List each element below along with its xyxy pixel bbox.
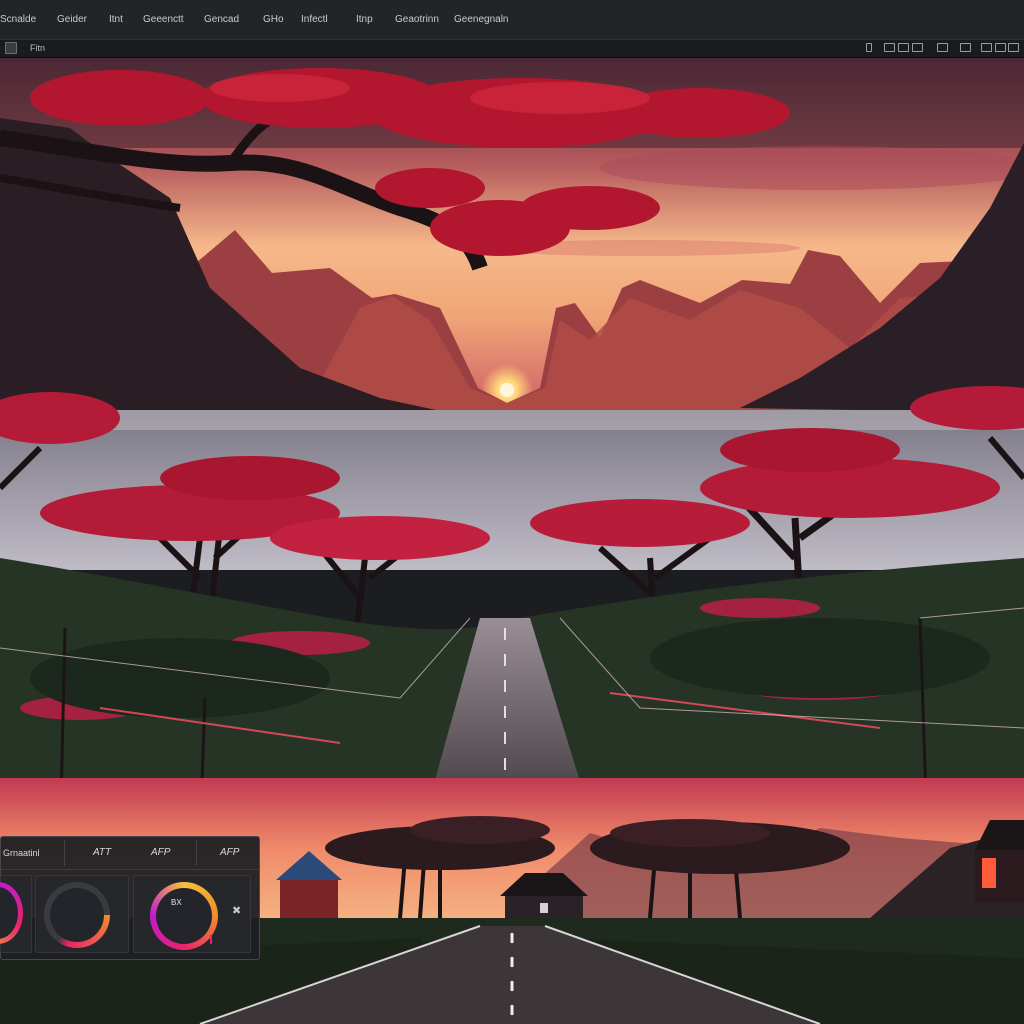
color-wheel-shadows[interactable] bbox=[0, 882, 23, 944]
menu-item-1[interactable]: Scnalde bbox=[0, 14, 36, 26]
menu-item-10[interactable]: Geenegnaln bbox=[454, 14, 509, 26]
color-grading-panel: Grnaatinl ATT AFP AFP bbox=[0, 836, 260, 960]
window-icon[interactable] bbox=[898, 43, 909, 52]
tab-att[interactable]: ATT bbox=[93, 847, 111, 858]
tab-afp-2[interactable]: AFP bbox=[220, 847, 239, 858]
window-icon[interactable] bbox=[937, 43, 948, 52]
wheel-marker[interactable] bbox=[210, 935, 212, 944]
add-point-icon[interactable]: ✖ bbox=[232, 904, 241, 917]
panel-icon[interactable] bbox=[866, 43, 872, 52]
window-icon[interactable] bbox=[960, 43, 971, 52]
image-editor-window: Scnalde Geider Itnt Geeenctt Gencad GHo … bbox=[0, 0, 1024, 1024]
menu-item-4[interactable]: Geeenctt bbox=[143, 14, 184, 26]
window-icon[interactable] bbox=[981, 43, 992, 52]
menu-item-7[interactable]: Infectl bbox=[301, 14, 328, 26]
menu-item-6[interactable]: GHo bbox=[263, 14, 284, 26]
menu-bar: Scnalde Geider Itnt Geeenctt Gencad GHo … bbox=[0, 0, 1024, 40]
color-wheel-highlights[interactable] bbox=[150, 882, 218, 950]
menu-item-5[interactable]: Gencad bbox=[204, 14, 239, 26]
layers-icon[interactable] bbox=[5, 42, 17, 54]
tab-afp-1[interactable]: AFP bbox=[151, 847, 170, 858]
menu-item-3[interactable]: Itnt bbox=[109, 14, 123, 26]
menu-item-8[interactable]: Itnp bbox=[356, 14, 373, 26]
toolbar-label[interactable]: Fitn bbox=[30, 43, 45, 53]
toolbar: Fitn bbox=[0, 40, 1024, 58]
tab-divider bbox=[196, 840, 197, 866]
window-icon[interactable] bbox=[1008, 43, 1019, 52]
window-icon[interactable] bbox=[995, 43, 1006, 52]
wheel-cell bbox=[0, 875, 32, 953]
window-icon[interactable] bbox=[912, 43, 923, 52]
menu-item-9[interactable]: Geaotrinn bbox=[395, 14, 439, 26]
window-icon[interactable] bbox=[884, 43, 895, 52]
menu-item-2[interactable]: Geider bbox=[57, 14, 87, 26]
panel-header: Grnaatinl ATT AFP AFP bbox=[1, 837, 259, 870]
wheel-value: BX bbox=[171, 898, 182, 907]
wheel-cell bbox=[35, 875, 129, 953]
tab-divider bbox=[64, 840, 65, 866]
color-wheel-midtones[interactable] bbox=[44, 882, 110, 948]
panel-title: Grnaatinl bbox=[3, 848, 40, 858]
